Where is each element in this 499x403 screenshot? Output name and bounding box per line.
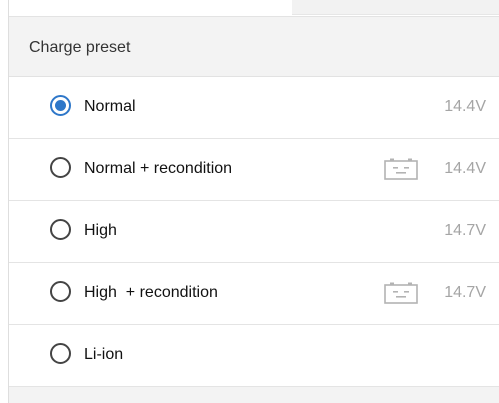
top-tab-fragment	[292, 0, 499, 15]
bottom-section-strip	[9, 387, 499, 403]
option-voltage: 14.4V	[444, 98, 486, 115]
option-label: High	[84, 222, 117, 239]
radio-dot	[55, 100, 66, 111]
radio-button[interactable]	[50, 281, 71, 302]
battery-icon	[384, 282, 418, 304]
option-voltage: 14.4V	[444, 160, 486, 177]
radio-button-selected[interactable]	[50, 95, 71, 116]
radio-button[interactable]	[50, 219, 71, 240]
option-label: Normal	[84, 98, 136, 115]
section-header: Charge preset	[9, 17, 499, 77]
battery-icon	[384, 158, 418, 180]
option-label: Normal + recondition	[84, 160, 233, 177]
section-title: Charge preset	[29, 39, 131, 56]
option-label: Li-ion	[84, 346, 124, 363]
top-bar	[9, 0, 499, 17]
radio-button[interactable]	[50, 157, 71, 178]
option-row-high-recondition[interactable]: High + recondition 14.7V	[9, 263, 499, 325]
option-label: High + recondition	[84, 284, 218, 301]
charge-preset-panel: Charge preset Normal 14.4V Normal + reco…	[8, 0, 499, 403]
option-row-normal[interactable]: Normal 14.4V	[9, 77, 499, 139]
option-row-high[interactable]: High 14.7V	[9, 201, 499, 263]
option-row-normal-recondition[interactable]: Normal + recondition 14.4V	[9, 139, 499, 201]
radio-button[interactable]	[50, 343, 71, 364]
option-voltage: 14.7V	[444, 222, 486, 239]
option-row-li-ion[interactable]: Li-ion	[9, 325, 499, 387]
option-voltage: 14.7V	[444, 284, 486, 301]
